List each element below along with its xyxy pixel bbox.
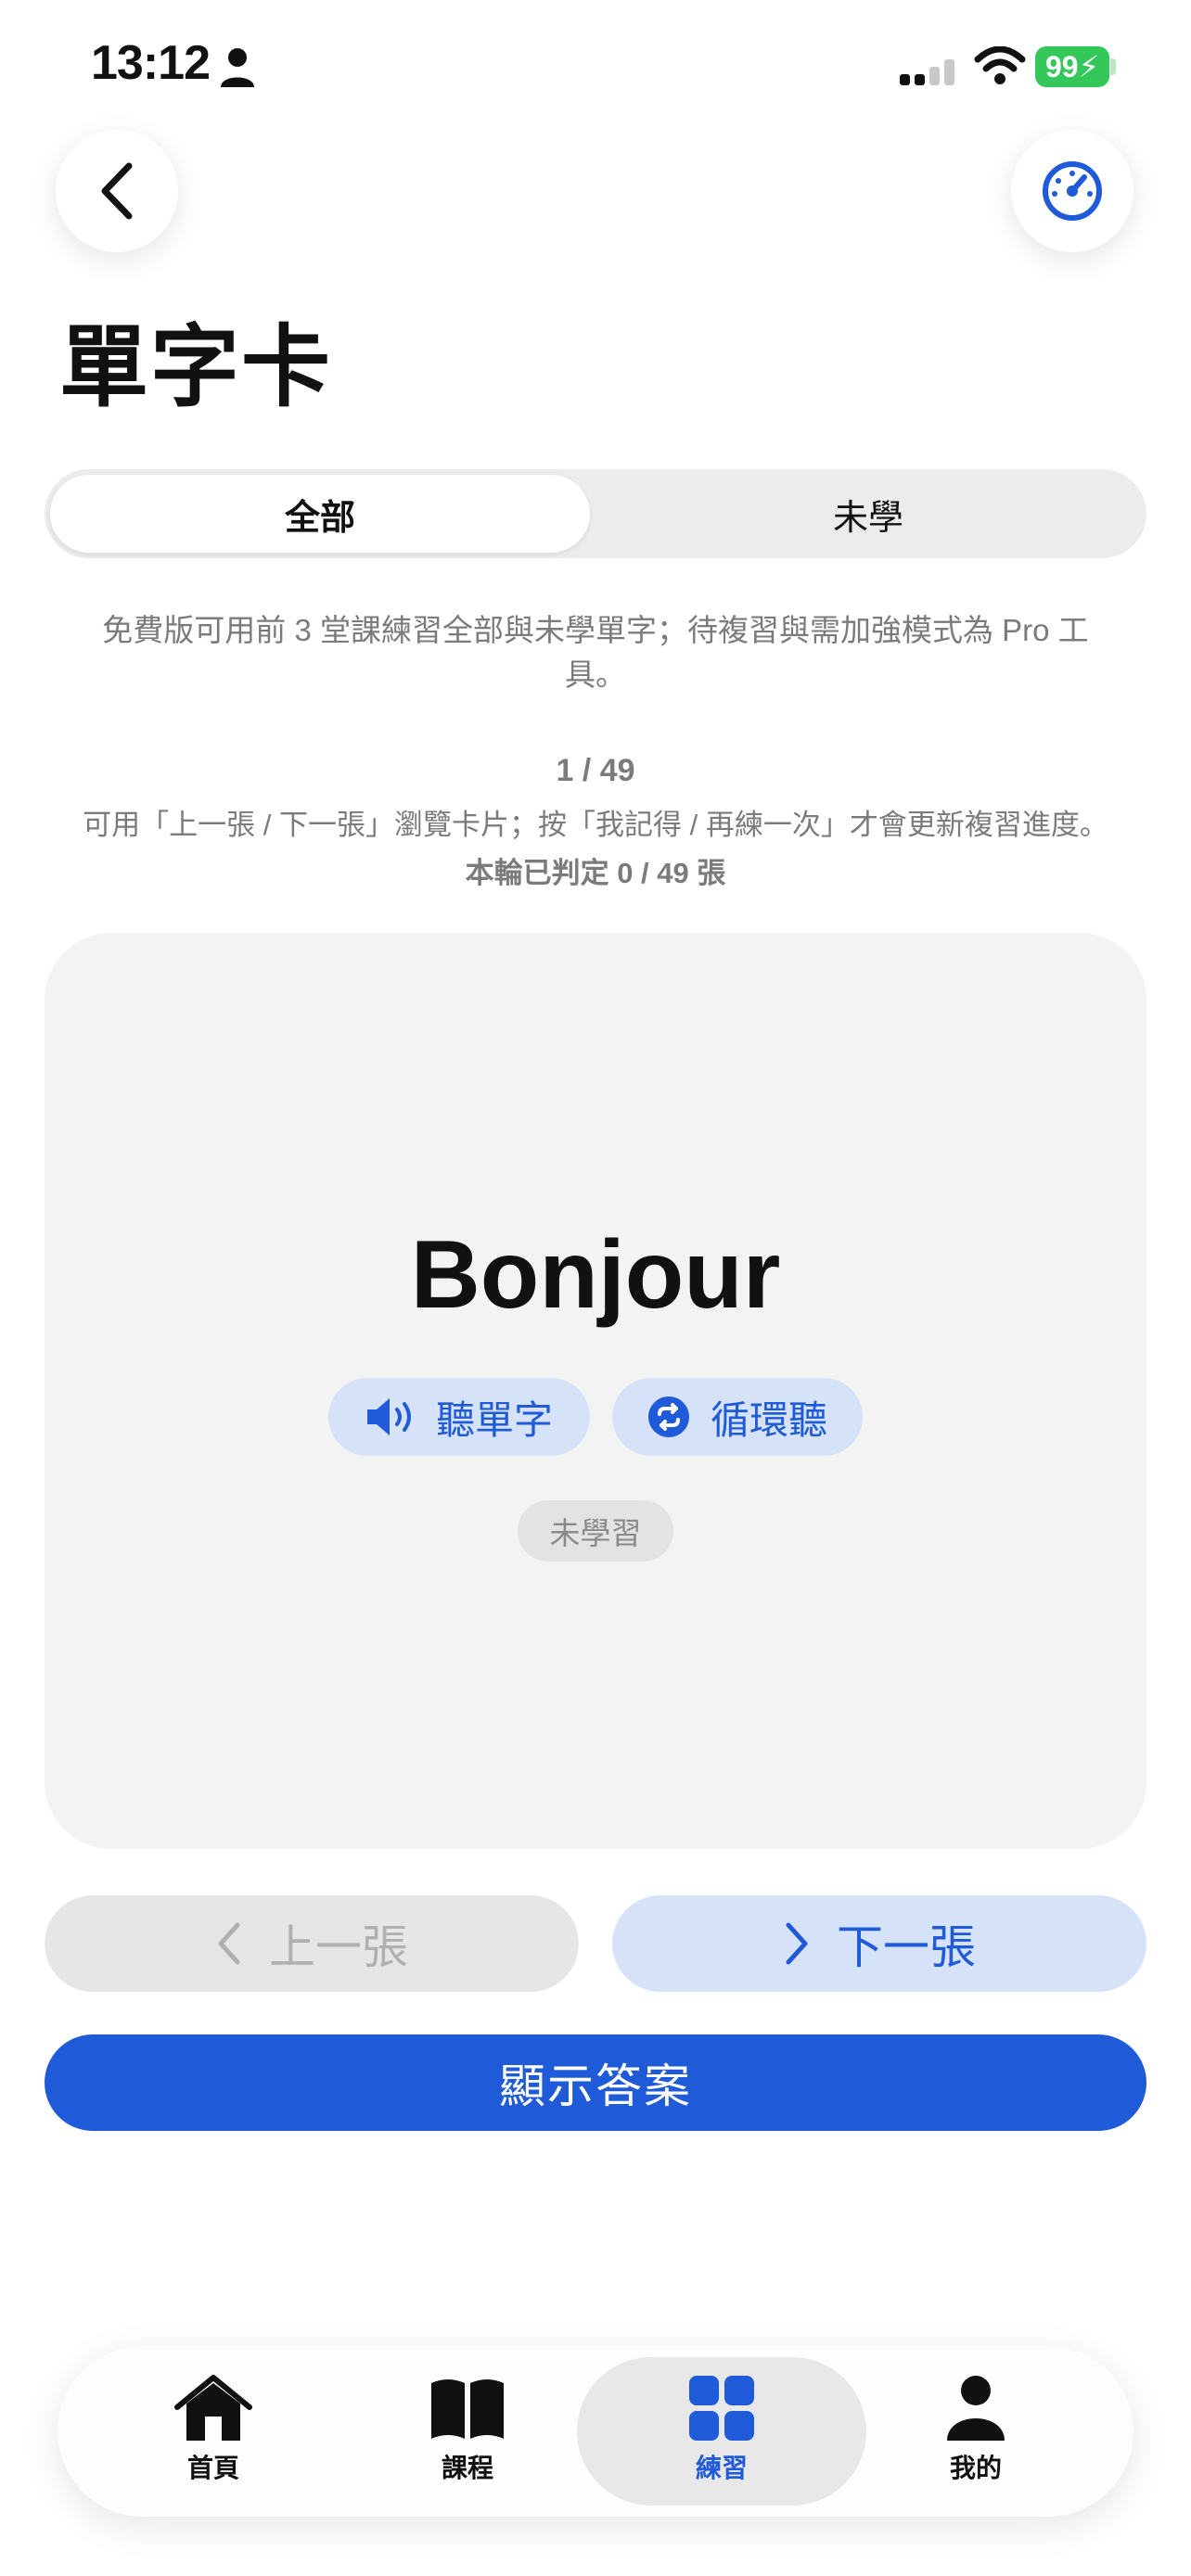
battery-tip — [1110, 58, 1116, 75]
grid-icon — [689, 2376, 754, 2441]
segment-all[interactable]: 全部 — [50, 475, 590, 553]
page-title: 單字卡 — [59, 318, 332, 417]
person-status-icon — [221, 48, 254, 87]
status-time: 13:12 — [91, 36, 211, 90]
navigation-hint: 可用「上一張 / 下一張」瀏覽卡片；按「我記得 / 再練一次」才會更新複習進度。 — [83, 809, 1108, 841]
tab-courses[interactable]: 課程 — [384, 2374, 551, 2485]
previous-card-label: 上一張 — [269, 1921, 408, 1973]
next-card-label: 下一張 — [837, 1921, 976, 1973]
wifi-icon — [974, 46, 1026, 84]
chevron-left-icon — [218, 1922, 240, 1965]
battery-indicator: 99⚡ — [1035, 46, 1109, 87]
tab-home[interactable]: 首頁 — [130, 2374, 297, 2485]
status-badge: 未學習 — [518, 1500, 673, 1562]
tab-courses-label: 課程 — [441, 2454, 493, 2482]
chevron-right-icon — [786, 1922, 808, 1965]
tab-profile[interactable]: 我的 — [892, 2374, 1059, 2485]
back-button[interactable] — [56, 130, 178, 252]
tab-practice[interactable]: 練習 — [638, 2374, 805, 2485]
house-icon — [174, 2375, 252, 2441]
flashcard-word: Bonjour — [410, 1221, 781, 1329]
card-counter: 1 / 49 — [556, 753, 635, 788]
chevron-left-icon — [101, 162, 133, 220]
flashcard[interactable] — [45, 933, 1146, 1849]
tab-home-label: 首頁 — [186, 2454, 239, 2482]
gauge-icon — [1043, 161, 1102, 221]
segment-unlearned[interactable]: 未學 — [596, 475, 1141, 553]
listen-word-button[interactable]: 聽單字 — [328, 1378, 590, 1456]
mode-segmented-control: 全部 未學 — [45, 469, 1146, 558]
loop-listen-label: 循環聽 — [710, 1397, 827, 1442]
tab-profile-label: 我的 — [949, 2454, 1002, 2482]
show-answer-button[interactable]: 顯示答案 — [45, 2034, 1146, 2131]
free-plan-notice: 免費版可用前 3 堂課練習全部與未學單字；待複習與需加強模式為 Pro 工具。 — [102, 613, 1089, 692]
tab-practice-label: 練習 — [695, 2454, 748, 2482]
previous-card-button[interactable]: 上一張 — [45, 1895, 579, 1992]
cellular-signal-icon — [900, 59, 954, 85]
speed-settings-button[interactable] — [1011, 130, 1133, 252]
next-card-button[interactable]: 下一張 — [612, 1895, 1146, 1992]
repeat-icon — [647, 1396, 689, 1437]
person-icon — [947, 2376, 1005, 2441]
listen-word-label: 聽單字 — [435, 1397, 553, 1442]
book-icon — [431, 2379, 504, 2439]
judged-progress: 本輪已判定 0 / 49 張 — [465, 857, 726, 889]
loop-listen-button[interactable]: 循環聽 — [612, 1378, 863, 1456]
speaker-icon — [366, 1398, 411, 1435]
